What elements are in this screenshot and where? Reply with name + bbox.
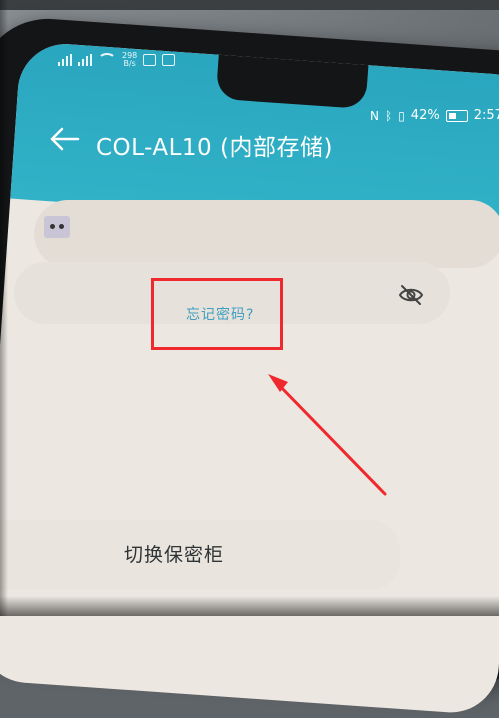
eye-off-icon[interactable] [398,284,424,306]
password-input[interactable] [34,200,499,268]
app-notification-icon [162,54,176,66]
wifi-icon [98,53,116,67]
status-bar-right: N ᛒ ▯ 42% 2:57 [370,108,499,123]
nfc-icon: N [370,108,379,123]
password-entry-icon [44,216,70,238]
arrow-left-icon[interactable] [48,124,82,154]
bottom-edge-shadow [0,596,499,616]
bluetooth-icon: ᛒ [384,108,393,123]
signal-icon-2 [78,54,92,66]
top-border [0,0,499,10]
image-notification-icon [143,54,157,66]
status-time: 2:57 [473,108,499,123]
battery-icon [445,109,468,122]
signal-icon [58,54,72,66]
status-bar-left: 298 B/s [58,52,176,68]
left-edge-shadow [0,0,8,616]
network-speed: 298 B/s [122,52,137,68]
vibrate-icon: ▯ [398,108,405,123]
page-title: COL-AL10 (内部存储) [96,135,333,161]
network-speed-unit: B/s [123,59,136,68]
annotation-highlight-box [151,278,283,350]
switch-safe-label: 切换保密柜 [124,544,225,566]
battery-percent: 42% [410,108,440,123]
